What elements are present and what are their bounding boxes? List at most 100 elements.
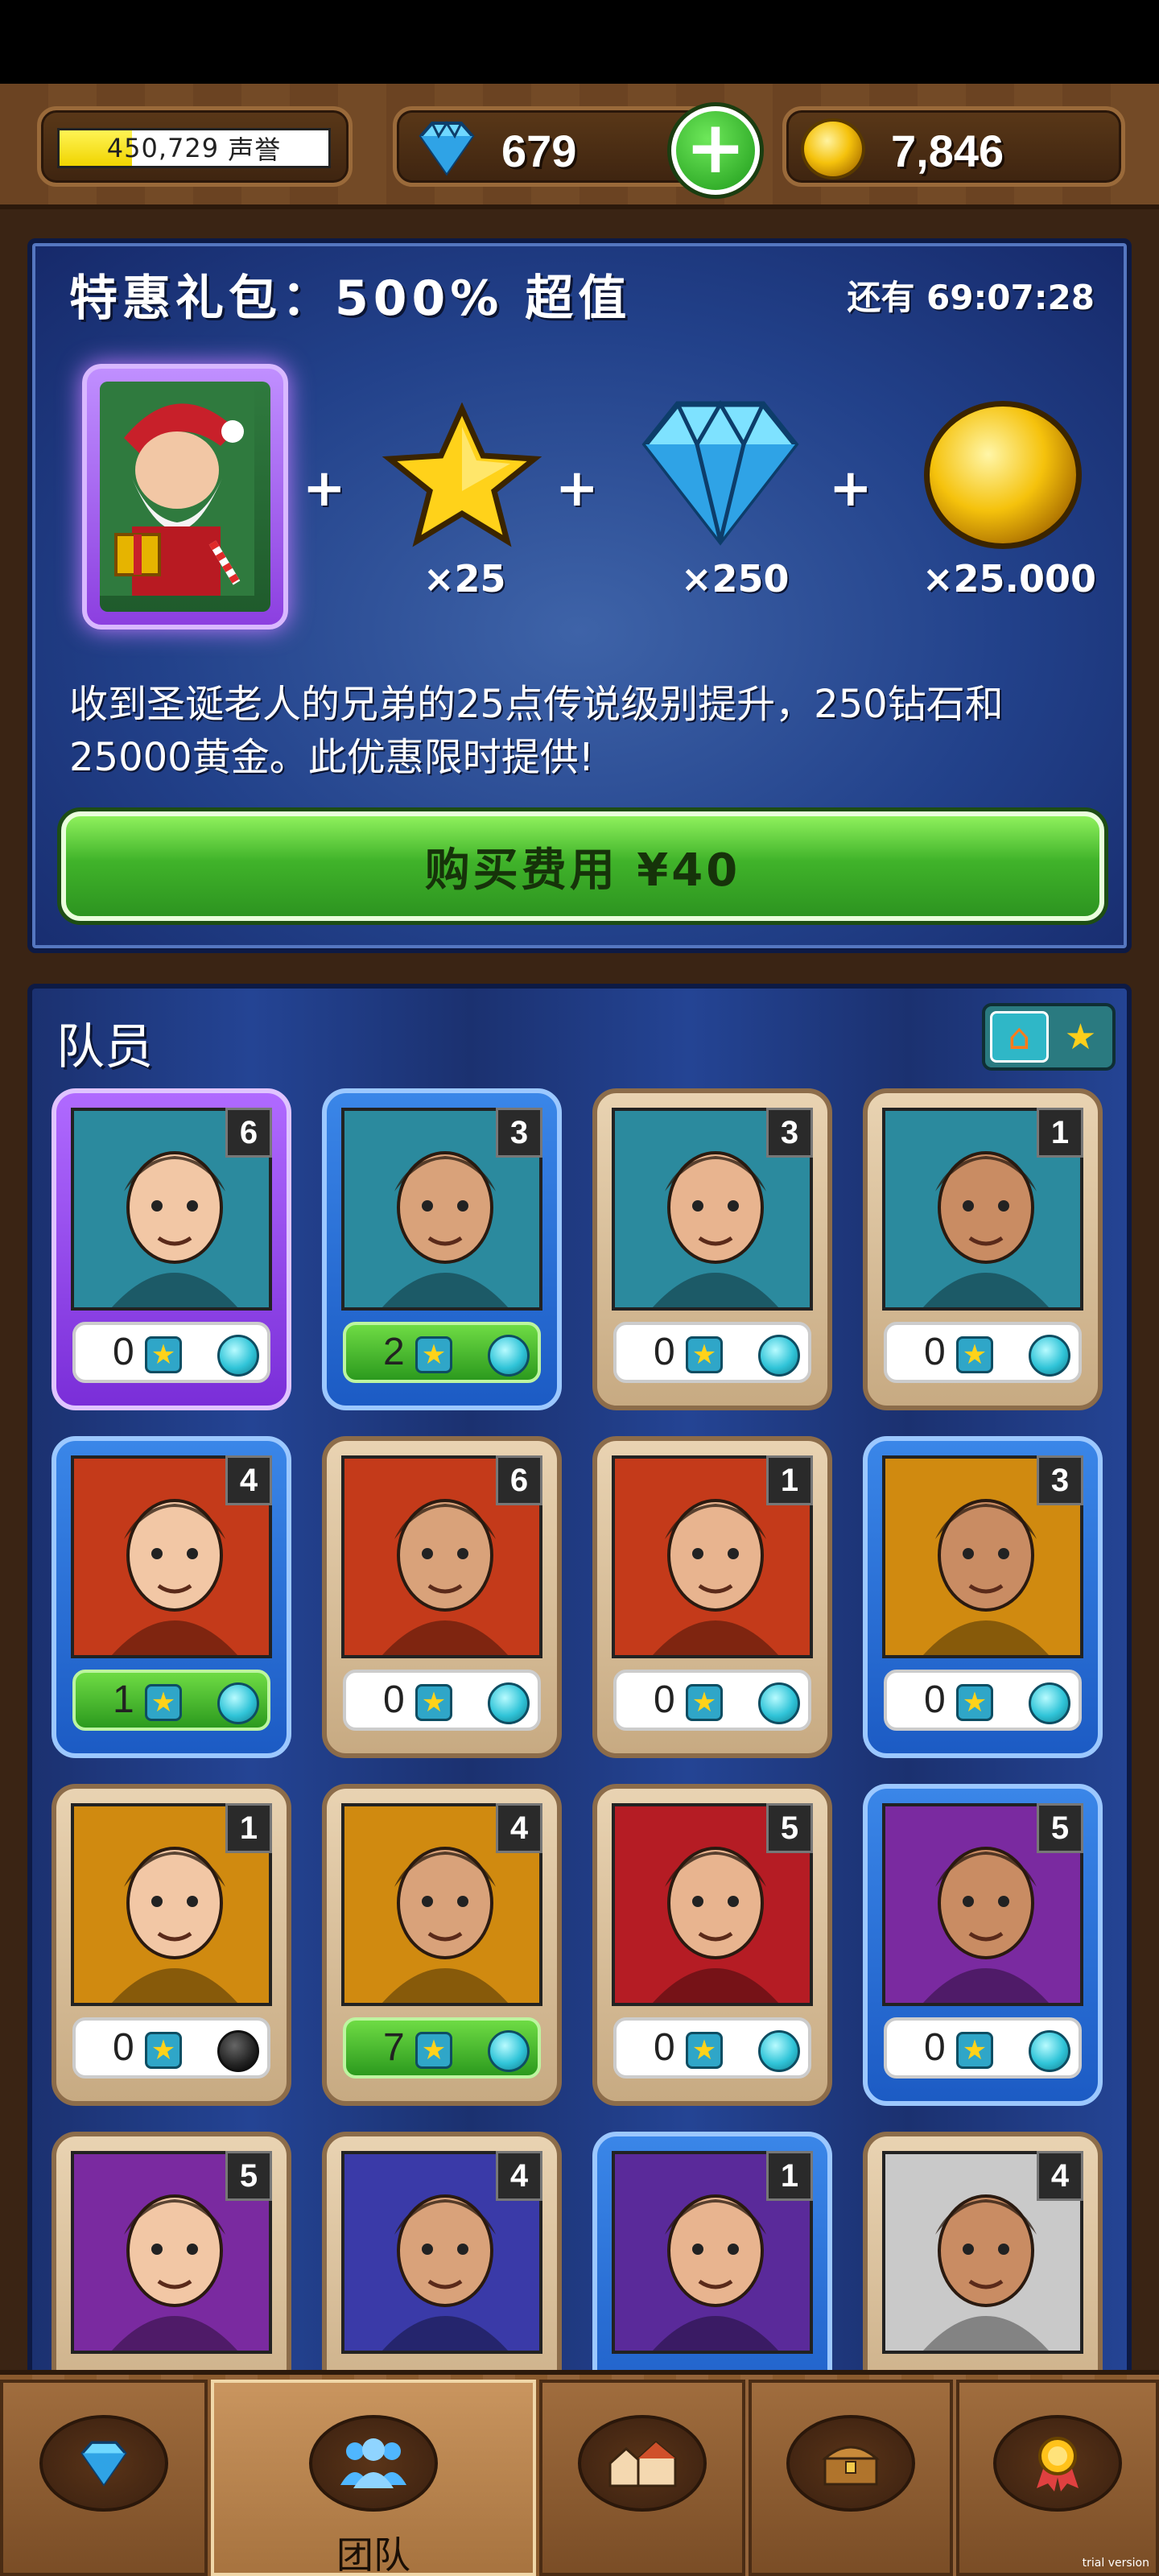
gold-pill[interactable]: 7,846 xyxy=(782,106,1125,187)
nav-buildings-tab[interactable] xyxy=(539,2380,745,2576)
energy-orb-icon xyxy=(488,1335,530,1377)
reputation-unit: 声誉 xyxy=(228,134,282,165)
hero-card[interactable]: 6 0 ★ xyxy=(322,1436,562,1758)
nav-achievements-tab[interactable] xyxy=(956,2380,1159,2576)
hero-level-badge: 5 xyxy=(1037,1803,1083,1853)
nav-team-tab[interactable]: 团队 xyxy=(211,2380,536,2576)
hero-card[interactable]: 1 0 ★ xyxy=(592,1436,832,1758)
sort-by-building-button[interactable]: ⌂ xyxy=(990,1011,1049,1063)
hero-star-points: 0 xyxy=(924,1678,946,1721)
hero-level-badge: 6 xyxy=(496,1455,542,1505)
star-icon: ★ xyxy=(956,2032,993,2069)
hero-card[interactable]: 1 0 ★ xyxy=(863,1088,1103,1410)
hero-stat-bar: 0 ★ xyxy=(72,1322,270,1383)
energy-orb-icon xyxy=(217,1682,259,1724)
hero-star-points: 0 xyxy=(654,2026,675,2069)
energy-orb-icon xyxy=(488,1682,530,1724)
energy-orb-icon xyxy=(1029,1682,1070,1724)
santa-illustration xyxy=(100,382,254,596)
energy-orb-icon xyxy=(217,1335,259,1377)
sort-by-level-button[interactable]: ★ xyxy=(1054,1011,1107,1063)
buildings-icon xyxy=(578,2415,707,2512)
hero-level-badge: 4 xyxy=(496,2151,542,2201)
reputation-value: 450,729 xyxy=(106,133,220,163)
plus-icon: + xyxy=(303,459,346,518)
hero-stat-bar: 0 ★ xyxy=(884,1322,1082,1383)
energy-orb-icon xyxy=(488,2030,530,2072)
hero-level-badge: 1 xyxy=(1037,1108,1083,1158)
gold-coin-icon xyxy=(801,118,865,180)
reputation-progress-bar: 450,729 声誉 xyxy=(57,128,331,168)
buy-offer-label: 购买费用 ¥40 xyxy=(424,844,741,897)
energy-orb-icon xyxy=(758,2030,800,2072)
reputation-pill[interactable]: 450,729 声誉 xyxy=(37,106,353,187)
plus-icon: + xyxy=(685,105,746,190)
hero-star-points: 0 xyxy=(113,2026,134,2069)
hero-stat-bar: 0 ★ xyxy=(884,2017,1082,2079)
team-members-panel: 队员 ⌂ ★ 6 0 ★ 3 2 ★ 3 0 ★ 1 0 ★ 4 1 ★ 6 0 ★ 1 0 ★ 3 0 ★ 1 0 ★ 4 7 ★ 5 0 ★… xyxy=(27,984,1132,2576)
hero-stat-bar: 0 ★ xyxy=(613,1322,811,1383)
diamond-icon xyxy=(39,2415,168,2512)
nav-shop-tab[interactable] xyxy=(0,2380,208,2576)
santa-portrait xyxy=(100,382,270,612)
hero-card[interactable]: 5 0 ★ xyxy=(863,1784,1103,2106)
hero-star-points: 1 xyxy=(113,1678,134,1721)
hero-star-points: 0 xyxy=(924,2026,946,2069)
offer-timer: 还有 69:07:28 xyxy=(847,278,1095,317)
hero-star-points: 0 xyxy=(924,1331,946,1373)
diamond-icon xyxy=(641,400,799,546)
hero-card[interactable]: 1 0 ★ xyxy=(52,1784,291,2106)
hero-level-badge: 1 xyxy=(766,1455,813,1505)
bottom-navigation: 团队 trial version xyxy=(0,2370,1159,2576)
hero-stat-bar: 1 ★ xyxy=(72,1670,270,1731)
hero-star-points: 0 xyxy=(113,1331,134,1373)
star-icon: ★ xyxy=(956,1684,993,1721)
hero-card[interactable]: 4 7 ★ xyxy=(322,1784,562,2106)
hero-star-points: 0 xyxy=(654,1678,675,1721)
hero-stat-bar: 0 ★ xyxy=(343,1670,541,1731)
gold-count: 7,846 xyxy=(891,126,1004,176)
gold-coin-icon xyxy=(924,401,1082,549)
star-icon xyxy=(382,402,542,547)
hero-card[interactable]: 3 0 ★ xyxy=(592,1088,832,1410)
hero-stat-bar: 0 ★ xyxy=(72,2017,270,2079)
energy-orb-icon xyxy=(1029,2030,1070,2072)
santa-brother-hero-card[interactable] xyxy=(82,364,288,630)
diamond-quantity: ×250 xyxy=(681,557,790,601)
sort-toggle: ⌂ ★ xyxy=(982,1003,1116,1071)
team-icon xyxy=(309,2415,438,2512)
hero-level-badge: 4 xyxy=(1037,2151,1083,2201)
star-icon: ★ xyxy=(415,2032,452,2069)
team-title: 队员 xyxy=(56,1019,153,1075)
hero-level-badge: 1 xyxy=(225,1803,272,1853)
nav-chest-tab[interactable] xyxy=(749,2380,953,2576)
resource-bar: 450,729 声誉 679 + 7,846 xyxy=(0,84,1159,209)
energy-orb-icon xyxy=(1029,1335,1070,1377)
hero-star-points: 2 xyxy=(383,1331,405,1373)
star-icon: ★ xyxy=(1064,1016,1097,1058)
hero-card[interactable]: 3 0 ★ xyxy=(863,1436,1103,1758)
plus-icon: + xyxy=(829,459,872,518)
hero-star-points: 0 xyxy=(383,1678,405,1721)
add-diamonds-button[interactable]: + xyxy=(671,106,760,195)
medal-icon xyxy=(993,2415,1122,2512)
energy-orb-icon xyxy=(758,1682,800,1724)
buy-offer-button[interactable]: 购买费用 ¥40 xyxy=(61,811,1104,921)
trial-watermark: trial version xyxy=(1082,2557,1149,2570)
hero-card[interactable]: 4 1 ★ xyxy=(52,1436,291,1758)
hero-level-badge: 3 xyxy=(1037,1455,1083,1505)
star-icon: ★ xyxy=(415,1684,452,1721)
hero-card[interactable]: 5 0 ★ xyxy=(592,1784,832,2106)
hero-stat-bar: 0 ★ xyxy=(613,2017,811,2079)
star-icon: ★ xyxy=(145,2032,182,2069)
hero-stat-bar: 7 ★ xyxy=(343,2017,541,2079)
hero-card[interactable]: 3 2 ★ xyxy=(322,1088,562,1410)
star-icon: ★ xyxy=(686,1684,723,1721)
hero-card[interactable]: 6 0 ★ xyxy=(52,1088,291,1410)
hero-level-badge: 1 xyxy=(766,2151,813,2201)
energy-orb-icon xyxy=(217,2030,259,2072)
energy-orb-icon xyxy=(758,1335,800,1377)
star-icon: ★ xyxy=(686,1336,723,1373)
star-quantity: ×25 xyxy=(423,557,506,601)
hero-level-badge: 4 xyxy=(496,1803,542,1853)
